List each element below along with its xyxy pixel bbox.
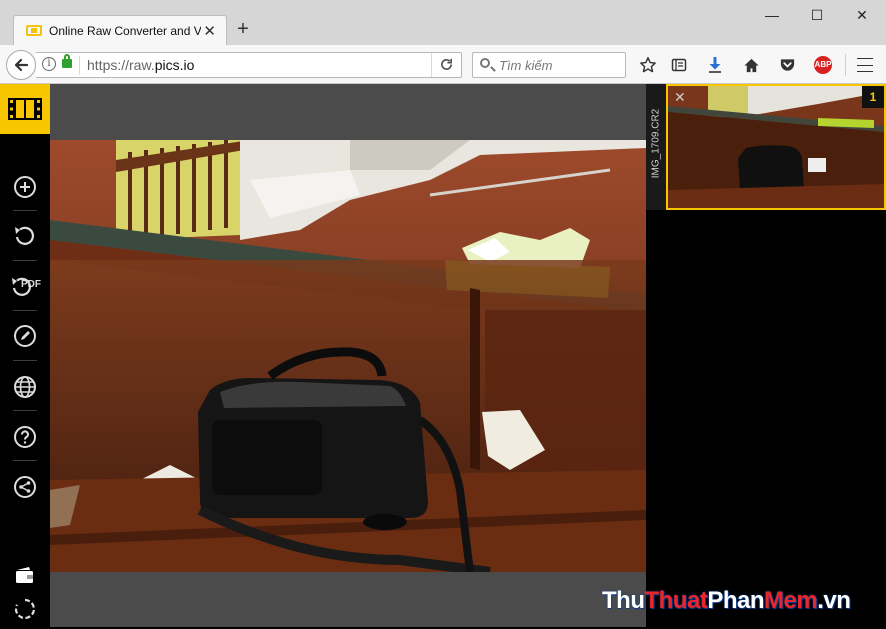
share-button[interactable] — [0, 467, 50, 507]
window-close-button[interactable]: ✕ — [848, 4, 876, 26]
edit-button[interactable] — [0, 316, 50, 356]
hamburger-menu-button[interactable] — [855, 55, 875, 75]
tab-title: Online Raw Converter and V — [49, 23, 201, 38]
browser-tab-active[interactable]: Online Raw Converter and V ✕ — [13, 15, 227, 45]
app-logo[interactable] — [0, 84, 50, 134]
thumbnail-item-selected[interactable]: ✕ 1 — [666, 84, 886, 210]
add-icon — [14, 176, 36, 198]
adblock-plus-icon: ABP — [814, 56, 832, 74]
pocket-icon — [780, 59, 794, 71]
download-arrow-icon — [709, 57, 721, 73]
tab-close-icon[interactable]: ✕ — [203, 22, 216, 40]
address-bar[interactable]: i https://raw.pics.io — [36, 52, 462, 78]
maximize-button[interactable]: ☐ — [803, 4, 831, 26]
tab-strip: Online Raw Converter and V ✕ + — ☐ ✕ — [0, 0, 886, 45]
search-box[interactable] — [472, 52, 626, 78]
minimize-button[interactable]: — — [758, 4, 786, 26]
thumbnail-filename: IMG_1709.CR2 — [650, 108, 662, 179]
back-button[interactable] — [6, 50, 36, 80]
language-button[interactable] — [0, 367, 50, 407]
reader-icon — [671, 58, 687, 72]
home-icon — [743, 58, 759, 72]
search-icon — [480, 58, 490, 68]
thumbnail-index-badge: 1 — [862, 86, 884, 108]
back-arrow-icon — [14, 58, 29, 72]
add-button[interactable] — [0, 167, 50, 207]
lock-icon — [62, 54, 72, 68]
globe-icon — [14, 376, 36, 398]
star-icon — [640, 57, 656, 73]
loading-spinner-icon — [14, 598, 36, 620]
help-icon — [14, 426, 36, 448]
home-button[interactable] — [741, 55, 761, 75]
site-info-icon[interactable]: i — [42, 57, 56, 71]
reload-button[interactable] — [431, 53, 461, 77]
pics-io-app: PDF IMG_1709.CR2 ✕ 1 — [0, 84, 886, 627]
share-icon — [14, 476, 36, 498]
edit-icon — [14, 325, 36, 347]
thumbnail-close-icon[interactable]: ✕ — [674, 89, 686, 106]
rotate-icon — [15, 226, 34, 245]
film-favicon-icon — [26, 25, 42, 36]
image-stage[interactable] — [50, 84, 646, 627]
filmstrip-panel: IMG_1709.CR2 ✕ 1 — [646, 84, 886, 627]
rotate-button[interactable] — [0, 216, 50, 256]
tool-sidebar: PDF — [0, 84, 50, 627]
sync-button[interactable] — [0, 589, 50, 629]
pdf-export-button[interactable]: PDF — [0, 266, 50, 306]
film-strip-icon — [8, 98, 42, 120]
pdf-export-icon: PDF — [12, 277, 41, 296]
pocket-button[interactable] — [777, 55, 797, 75]
thumbnail-image — [668, 86, 884, 208]
reload-icon — [441, 58, 452, 70]
photo-image — [50, 140, 646, 572]
new-tab-button[interactable]: + — [234, 18, 252, 40]
url-text[interactable]: https://raw.pics.io — [87, 57, 194, 73]
raw-photo-preview[interactable] — [50, 140, 646, 572]
reading-list-button[interactable] — [669, 55, 689, 75]
search-input[interactable] — [499, 56, 621, 74]
thumbnail-filename-strip: IMG_1709.CR2 — [646, 84, 666, 210]
downloads-button[interactable] — [705, 55, 725, 75]
help-button[interactable] — [0, 417, 50, 457]
adblock-button[interactable]: ABP — [813, 55, 833, 75]
menu-icon — [857, 58, 873, 59]
svg-text:PDF: PDF — [21, 279, 41, 290]
navigation-toolbar: i https://raw.pics.io ABP — [0, 45, 886, 84]
wallet-icon — [16, 567, 33, 583]
watermark-logo: ThuThuatPhanMem.vn — [602, 587, 851, 614]
bookmark-star-button[interactable] — [638, 55, 658, 75]
